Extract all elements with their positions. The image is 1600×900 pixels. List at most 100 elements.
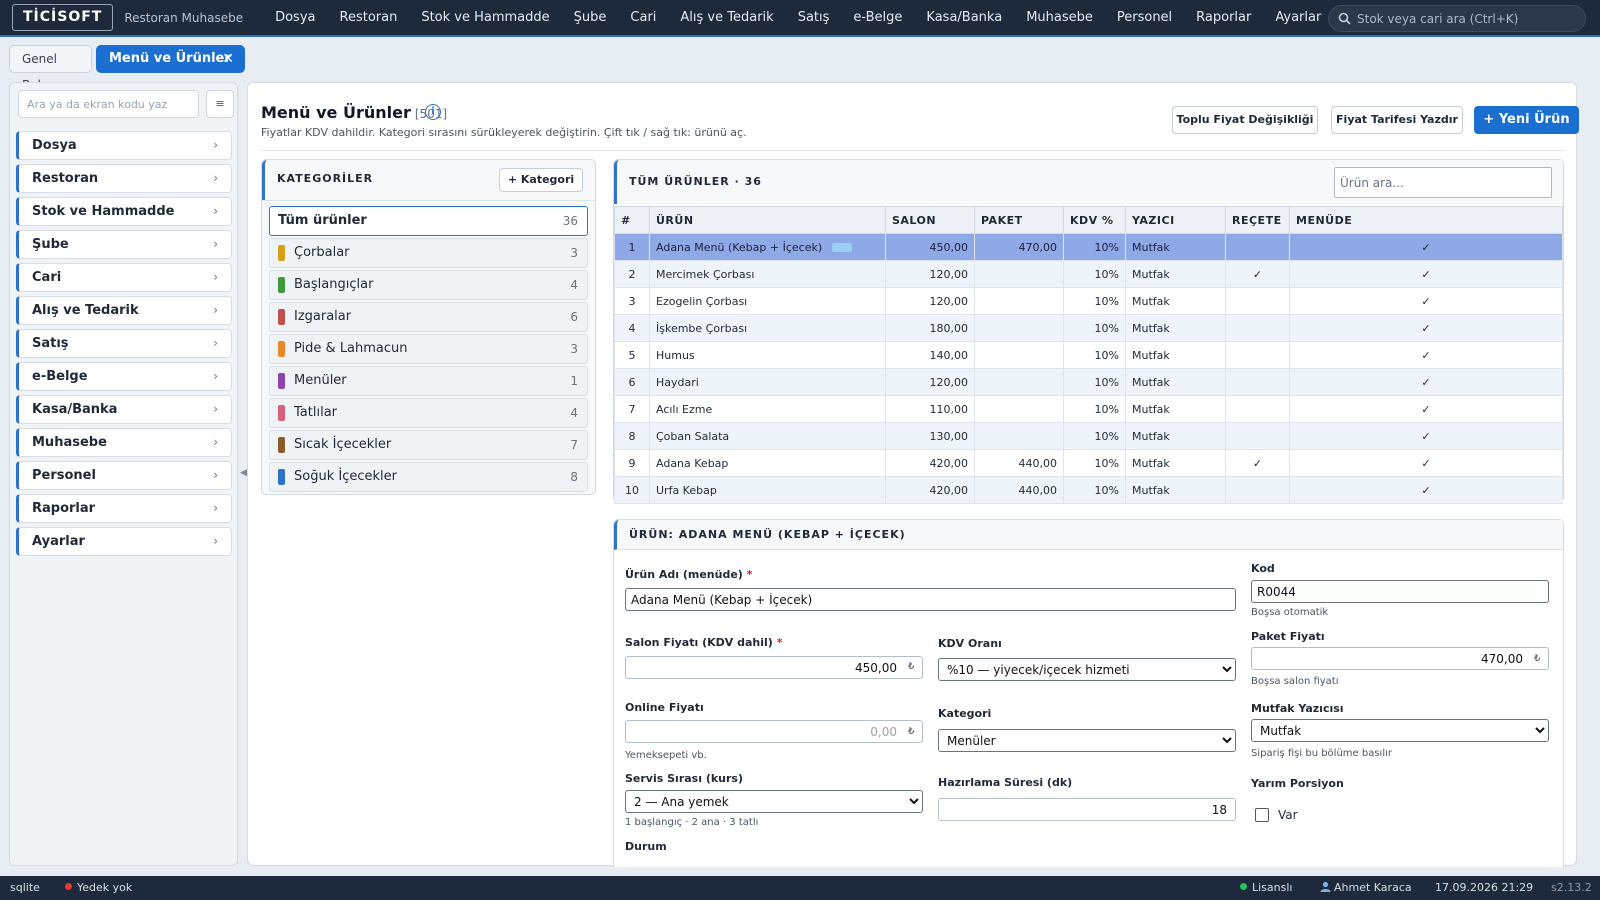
bulk-price-button[interactable]: Toplu Fiyat Değişikliği (1172, 106, 1318, 134)
kdv-rate: 10% (1063, 314, 1126, 342)
column-header[interactable]: REÇETE (1225, 206, 1290, 234)
column-header[interactable]: KDV % (1063, 206, 1126, 234)
column-header[interactable]: ÜRÜN (649, 206, 886, 234)
kitchen-printer-select[interactable]: Mutfak (1251, 719, 1549, 742)
online-price-input[interactable] (625, 720, 923, 743)
table-row[interactable]: 7 Acılı Ezme 110,00 10% Mutfak ✓ (614, 395, 1563, 423)
app-logo[interactable]: TİCİSOFT (12, 4, 114, 31)
sidebar-item-satis[interactable]: Satış › (16, 329, 232, 358)
category-select[interactable]: Menüler (938, 729, 1236, 752)
course-select[interactable]: 2 — Ana yemek (625, 790, 923, 813)
paket-price-input[interactable] (1251, 647, 1549, 670)
table-row[interactable]: 6 Haydari 120,00 10% Mutfak ✓ (614, 368, 1563, 396)
category-item[interactable]: Izgaralar 6 (269, 302, 588, 332)
products-table: # ÜRÜN SALON PAKET KDV % YAZICI REÇETE M… (614, 206, 1563, 504)
category-item[interactable]: Tatlılar 4 (269, 398, 588, 428)
table-row[interactable]: 10 Urfa Kebap 420,00 440,00 10% Mutfak ✓ (614, 476, 1563, 504)
top-menu-personel[interactable]: Personel (1105, 0, 1184, 36)
top-menu-cari[interactable]: Cari (618, 0, 668, 36)
kdv-rate: 10% (1063, 449, 1126, 477)
column-header[interactable]: YAZICI (1125, 206, 1226, 234)
new-product-button[interactable]: + Yeni Ürün (1474, 106, 1579, 134)
top-menu-stok[interactable]: Stok ve Hammadde (409, 0, 561, 36)
category-item[interactable]: Başlangıçlar 4 (269, 270, 588, 300)
top-menu-dosya[interactable]: Dosya (263, 0, 327, 36)
sidebar-item-restoran[interactable]: Restoran › (16, 164, 232, 193)
global-search[interactable] (1328, 5, 1586, 32)
collapse-left-icon[interactable]: ◀ (240, 468, 247, 478)
column-header[interactable]: MENÜDE (1289, 206, 1563, 234)
category-item[interactable]: Soğuk İçecekler 8 (269, 462, 588, 492)
table-row[interactable]: 8 Çoban Salata 130,00 10% Mutfak ✓ (614, 422, 1563, 450)
sidebar-item-muhasebe[interactable]: Muhasebe › (16, 428, 232, 457)
sidebar-item-personel[interactable]: Personel › (16, 461, 232, 490)
sidebar-item-cari[interactable]: Cari › (16, 263, 232, 292)
category-item[interactable]: Sıcak İçecekler 7 (269, 430, 588, 460)
code-input[interactable] (1251, 580, 1549, 603)
product-name-input[interactable] (625, 588, 1236, 611)
row-number: 10 (614, 476, 650, 504)
sidebar-item-dosya[interactable]: Dosya › (16, 131, 232, 160)
print-tariff-button[interactable]: Fiyat Tarifesi Yazdır (1331, 106, 1463, 134)
top-menu-restoran[interactable]: Restoran (328, 0, 410, 36)
sidebar-item-label: Dosya (32, 138, 77, 153)
top-menu-kasa[interactable]: Kasa/Banka (914, 0, 1014, 36)
course-hint: 1 başlangıç · 2 ana · 3 tatlı (625, 817, 759, 828)
column-header[interactable]: PAKET (974, 206, 1064, 234)
paket-price (974, 368, 1064, 396)
sidebar-search-input[interactable] (18, 90, 199, 118)
top-menu-raporlar[interactable]: Raporlar (1184, 0, 1263, 36)
category-color-swatch (278, 469, 285, 485)
sidebar-item-stok[interactable]: Stok ve Hammadde › (16, 197, 232, 226)
table-row[interactable]: 2 Mercimek Çorbası 120,00 10% Mutfak ✓ ✓ (614, 260, 1563, 288)
table-row-selected[interactable]: 1 Adana Menü (Kebap + İçecek) set 450,00 … (614, 233, 1563, 261)
kdv-rate: 10% (1063, 233, 1126, 261)
category-item[interactable]: Menüler 1 (269, 366, 588, 396)
backup-text: Yedek yok (77, 881, 133, 894)
category-count: 7 (570, 438, 578, 452)
printer: Mutfak (1125, 422, 1226, 450)
sidebar-item-kasa[interactable]: Kasa/Banka › (16, 395, 232, 424)
category-item-all[interactable]: Tüm ürünler 36 (269, 206, 588, 236)
category-item[interactable]: Çorbalar 3 (269, 238, 588, 268)
prep-time-input[interactable] (938, 798, 1236, 821)
column-header[interactable]: # (614, 206, 650, 234)
add-category-button[interactable]: + Kategori (499, 168, 583, 192)
table-row[interactable]: 9 Adana Kebap 420,00 440,00 10% Mutfak ✓… (614, 449, 1563, 477)
tab-genel-bakis[interactable]: Genel Bakış (9, 45, 92, 92)
tab-label: Menü ve Ürünler (109, 51, 231, 66)
product-search-input[interactable] (1334, 167, 1552, 198)
category-item[interactable]: Pide & Lahmacun 3 (269, 334, 588, 364)
table-row[interactable]: 5 Humus 140,00 10% Mutfak ✓ (614, 341, 1563, 369)
info-icon[interactable]: i (425, 104, 441, 120)
user-status[interactable]: Ahmet Karaca (1320, 876, 1412, 900)
table-row[interactable]: 4 İşkembe Çorbası 180,00 10% Mutfak ✓ (614, 314, 1563, 342)
sidebar-item-alis[interactable]: Alış ve Tedarik › (16, 296, 232, 325)
sidebar-item-ebelge[interactable]: e-Belge › (16, 362, 232, 391)
top-menu-satis[interactable]: Satış (786, 0, 842, 36)
salon-price-input[interactable] (625, 656, 923, 679)
product-name: Adana Menü (Kebap + İçecek) (656, 240, 823, 254)
sidebar-item-raporlar[interactable]: Raporlar › (16, 494, 232, 523)
top-menu-alis[interactable]: Alış ve Tedarik (668, 0, 785, 36)
top-menu-ayarlar[interactable]: Ayarlar (1263, 0, 1333, 36)
sidebar-item-sube[interactable]: Şube › (16, 230, 232, 259)
tab-menu-ve-urunler[interactable]: Menü ve Ürünler ✕ (96, 45, 245, 73)
column-header[interactable]: SALON (885, 206, 975, 234)
user-name: Ahmet Karaca (1334, 881, 1412, 894)
top-bar: TİCİSOFT Restoran Muhasebe Dosya Restora… (0, 0, 1600, 37)
sidebar-item-label: Şube (32, 237, 69, 252)
global-search-input[interactable] (1357, 11, 1577, 26)
kdv-select[interactable]: %10 — yiyecek/içecek hizmeti (938, 658, 1236, 681)
table-row[interactable]: 3 Ezogelin Çorbası 120,00 10% Mutfak ✓ (614, 287, 1563, 315)
top-menu-ebelge[interactable]: e-Belge (841, 0, 914, 36)
close-icon[interactable]: ✕ (222, 46, 234, 72)
name-label: Ürün Adı (menüde) * (625, 568, 752, 581)
top-menu-sube[interactable]: Şube (562, 0, 619, 36)
sidebar-item-ayarlar[interactable]: Ayarlar › (16, 527, 232, 556)
half-portion-checkbox[interactable] (1255, 808, 1269, 822)
paket-price-hint: Boşsa salon fiyatı (1251, 676, 1339, 687)
top-menu-muhasebe[interactable]: Muhasebe (1014, 0, 1105, 36)
tab-bar: Genel Bakış Menü ve Ürünler✕ (0, 39, 1600, 92)
menu-toggle-icon[interactable]: ≡ (206, 90, 234, 118)
